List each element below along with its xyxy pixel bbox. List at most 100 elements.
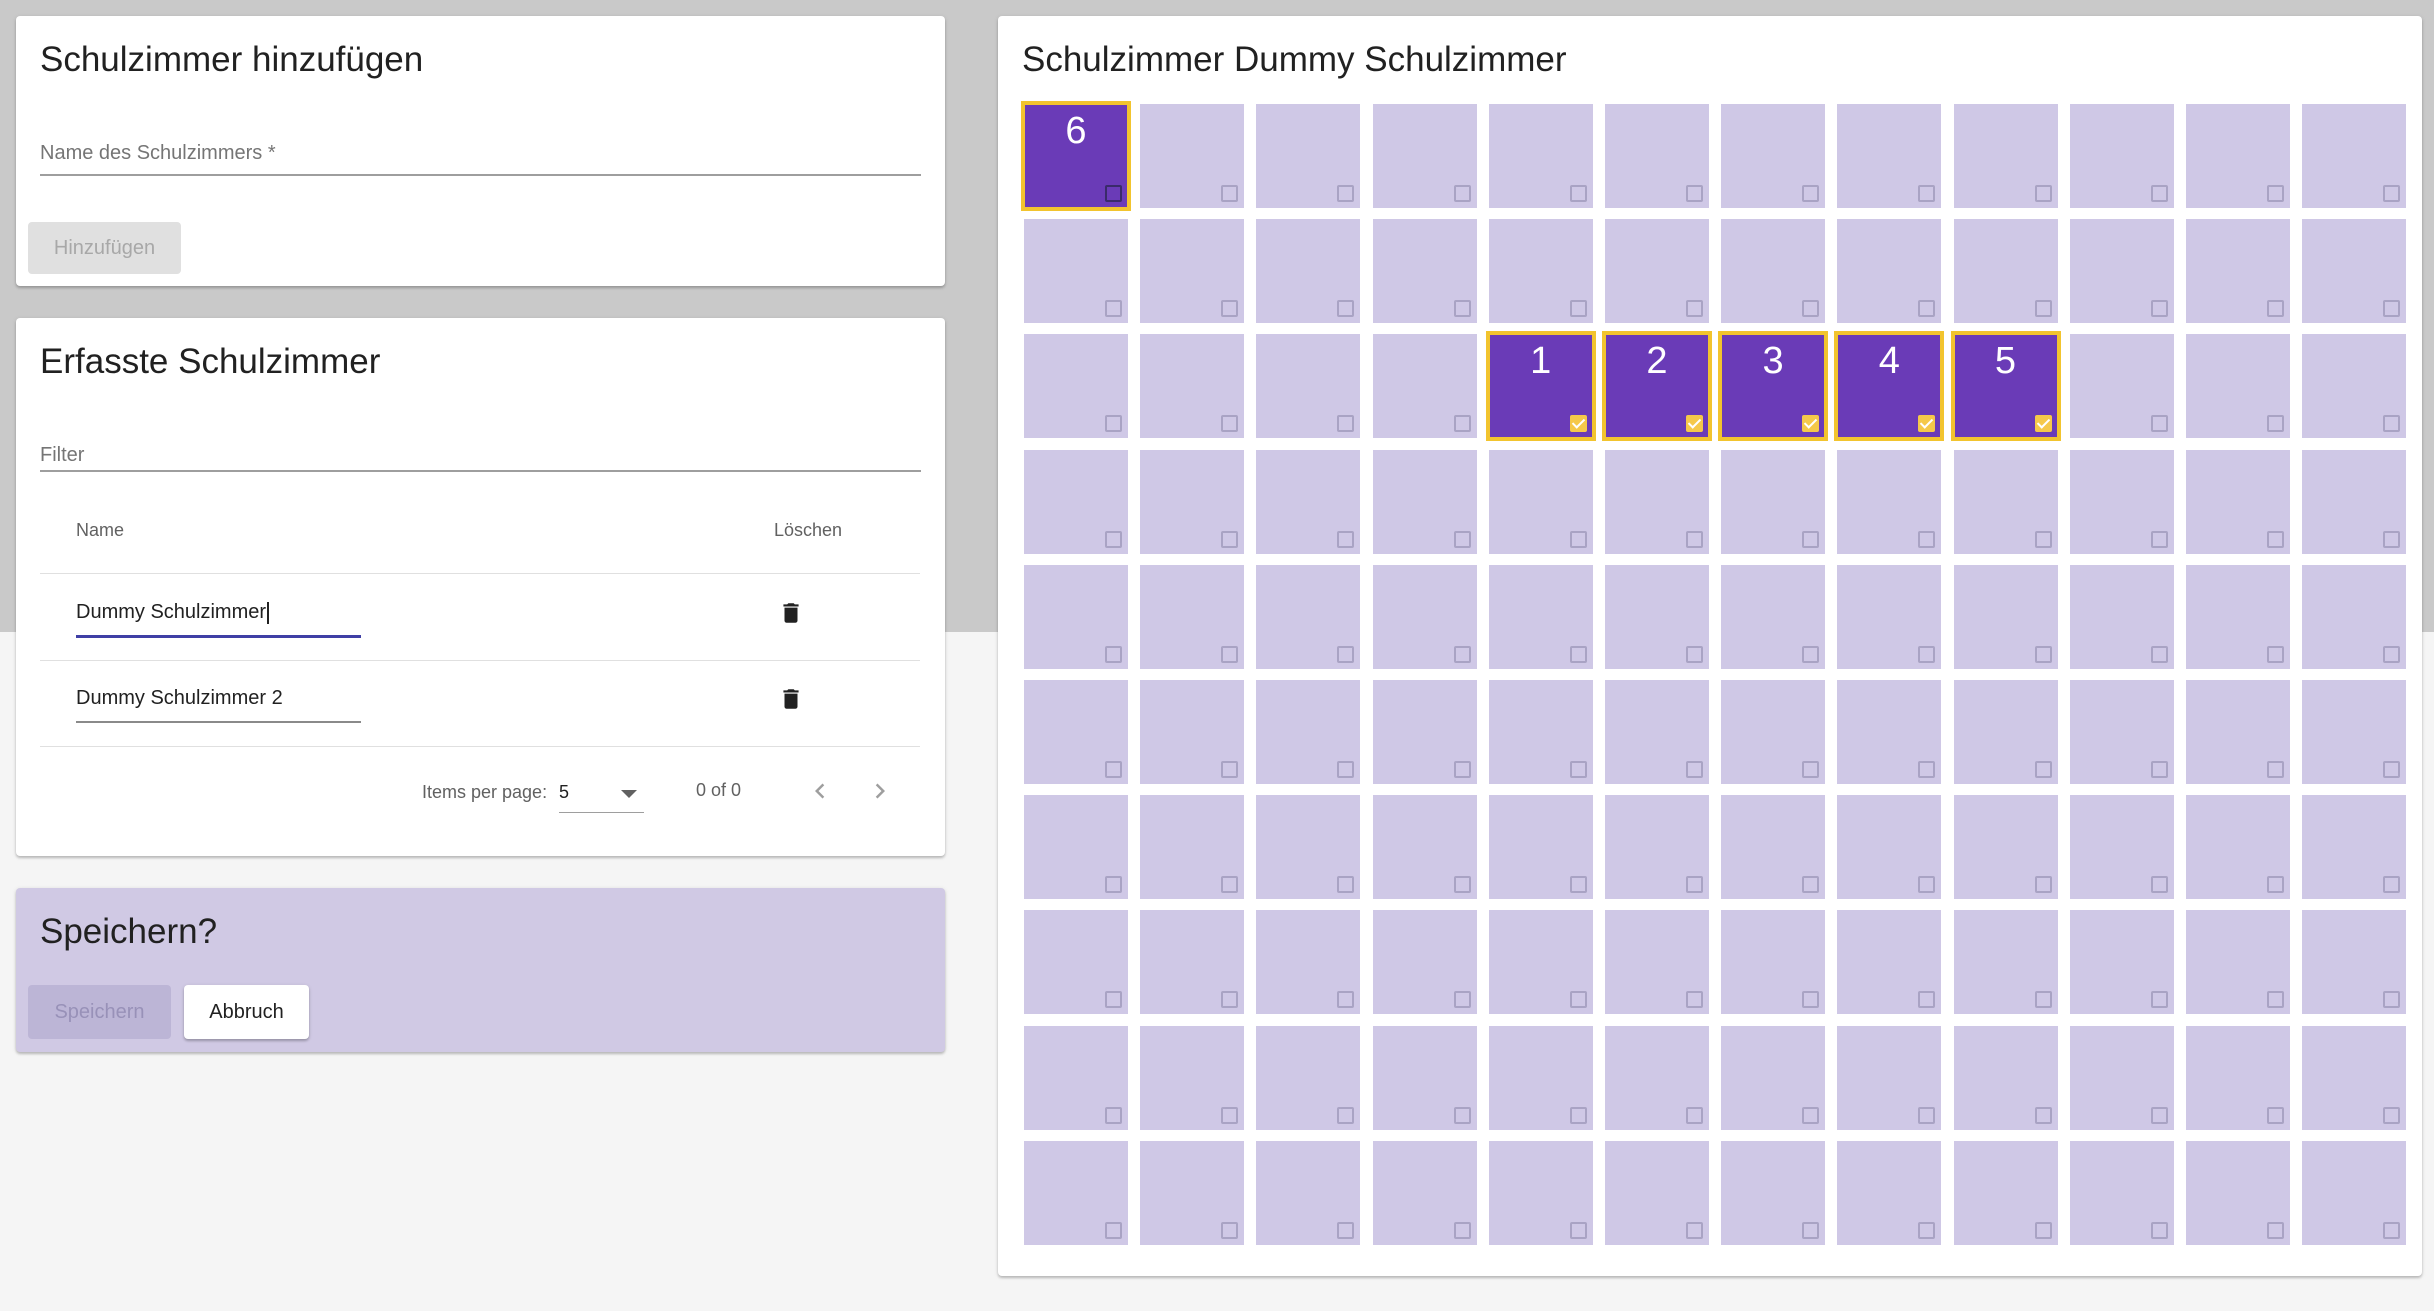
checkbox-icon[interactable] [2034, 415, 2052, 433]
seat-cell[interactable] [1953, 219, 2058, 324]
checkbox-icon[interactable] [2150, 415, 2168, 433]
seat-cell[interactable] [1837, 104, 1942, 208]
checkbox-icon[interactable] [2150, 760, 2168, 778]
seat-cell[interactable] [2302, 910, 2407, 1015]
seat-cell[interactable] [1953, 1140, 2058, 1245]
checkbox-icon[interactable] [2383, 300, 2401, 318]
checkbox-icon[interactable] [1337, 415, 1355, 433]
room-name-input[interactable]: Dummy Schulzimmer 2 [76, 687, 361, 725]
checkbox-icon[interactable] [1453, 1221, 1471, 1239]
seat-cell[interactable] [1372, 795, 1477, 900]
seat-cell[interactable] [1604, 910, 1709, 1015]
seat-cell[interactable] [1837, 795, 1942, 900]
checkbox-icon[interactable] [1105, 1221, 1122, 1239]
column-header-name[interactable]: Name [76, 520, 124, 541]
seat-cell[interactable] [1140, 564, 1245, 669]
seat-cell[interactable] [2302, 1025, 2407, 1130]
checkbox-icon[interactable] [1569, 876, 1587, 894]
seat-cell[interactable] [1953, 910, 2058, 1015]
checkbox-icon[interactable] [1221, 876, 1239, 894]
checkbox-icon[interactable] [1918, 760, 1936, 778]
chevron-right-icon[interactable] [865, 776, 895, 806]
checkbox-icon[interactable] [2266, 415, 2284, 433]
checkbox-icon[interactable] [1918, 1221, 1936, 1239]
checkbox-icon[interactable] [1802, 185, 1820, 202]
seat-cell[interactable] [1953, 795, 2058, 900]
checkbox-icon[interactable] [1221, 1106, 1239, 1124]
checkbox-icon[interactable] [2383, 991, 2401, 1009]
seat-cell[interactable] [1256, 449, 1361, 554]
checkbox-icon[interactable] [2034, 185, 2052, 202]
checkbox-icon[interactable] [1453, 300, 1471, 318]
checkbox-icon[interactable] [2266, 185, 2284, 202]
seat-cell[interactable] [1488, 910, 1593, 1015]
checkbox-icon[interactable] [2034, 645, 2052, 663]
seat-cell[interactable] [1953, 564, 2058, 669]
seat-cell[interactable] [2069, 564, 2174, 669]
seat-cell[interactable] [1488, 564, 1593, 669]
checkbox-icon[interactable] [2383, 1106, 2401, 1124]
checkbox-icon[interactable] [1221, 415, 1239, 433]
seat-cell[interactable] [1488, 219, 1593, 324]
checkbox-icon[interactable] [1569, 760, 1587, 778]
seat-cell[interactable] [2185, 795, 2290, 900]
seat-cell[interactable] [1024, 449, 1128, 554]
checkbox-icon[interactable] [1453, 530, 1471, 548]
checkbox-icon[interactable] [1802, 991, 1820, 1009]
seat-cell[interactable] [1721, 679, 1826, 784]
checkbox-icon[interactable] [1569, 1221, 1587, 1239]
checkbox-icon[interactable] [1221, 760, 1239, 778]
seat-cell[interactable] [2185, 219, 2290, 324]
checkbox-icon[interactable] [1685, 300, 1703, 318]
seat-cell[interactable] [1837, 679, 1942, 784]
seat-cell[interactable] [1256, 564, 1361, 669]
seat-cell[interactable] [1372, 334, 1477, 439]
checkbox-icon[interactable] [2266, 1106, 2284, 1124]
checkbox-icon[interactable] [2034, 991, 2052, 1009]
checkbox-icon[interactable] [1569, 991, 1587, 1009]
trash-icon[interactable] [778, 684, 804, 714]
seat-cell[interactable] [2185, 564, 2290, 669]
checkbox-icon[interactable] [1337, 1221, 1355, 1239]
checkbox-icon[interactable] [1802, 530, 1820, 548]
save-button[interactable]: Speichern [28, 985, 171, 1039]
checkbox-icon[interactable] [1918, 300, 1936, 318]
seat-cell[interactable] [2069, 1140, 2174, 1245]
seat-cell-selected[interactable]: 4 [1834, 331, 1945, 442]
seat-cell[interactable] [1604, 104, 1709, 208]
seat-cell[interactable] [1953, 1025, 2058, 1130]
checkbox-icon[interactable] [1105, 185, 1122, 202]
checkbox-icon[interactable] [1453, 645, 1471, 663]
seat-cell[interactable] [1837, 219, 1942, 324]
checkbox-icon[interactable] [2034, 1221, 2052, 1239]
seat-cell[interactable] [2069, 449, 2174, 554]
checkbox-icon[interactable] [2150, 185, 2168, 202]
seat-cell[interactable] [1372, 219, 1477, 324]
seat-cell[interactable] [1024, 219, 1128, 324]
checkbox-icon[interactable] [2383, 530, 2401, 548]
seat-cell[interactable] [1837, 564, 1942, 669]
checkbox-icon[interactable] [2266, 991, 2284, 1009]
seat-cell[interactable] [1488, 104, 1593, 208]
seat-cell[interactable] [1837, 910, 1942, 1015]
seat-cell[interactable] [1837, 449, 1942, 554]
seat-cell[interactable] [1953, 679, 2058, 784]
seat-cell[interactable] [1604, 219, 1709, 324]
checkbox-icon[interactable] [1802, 415, 1820, 433]
seat-cell[interactable] [2069, 795, 2174, 900]
seat-cell[interactable] [1604, 449, 1709, 554]
seat-cell[interactable] [1721, 910, 1826, 1015]
checkbox-icon[interactable] [1453, 991, 1471, 1009]
checkbox-icon[interactable] [2034, 1106, 2052, 1124]
checkbox-icon[interactable] [1918, 876, 1936, 894]
seat-cell[interactable] [2069, 910, 2174, 1015]
checkbox-icon[interactable] [2266, 760, 2284, 778]
checkbox-icon[interactable] [1685, 876, 1703, 894]
checkbox-icon[interactable] [1685, 185, 1703, 202]
checkbox-icon[interactable] [1337, 645, 1355, 663]
seat-cell[interactable] [1140, 1025, 1245, 1130]
checkbox-icon[interactable] [1569, 645, 1587, 663]
checkbox-icon[interactable] [1918, 185, 1936, 202]
checkbox-icon[interactable] [2034, 300, 2052, 318]
seat-cell[interactable] [1721, 795, 1826, 900]
